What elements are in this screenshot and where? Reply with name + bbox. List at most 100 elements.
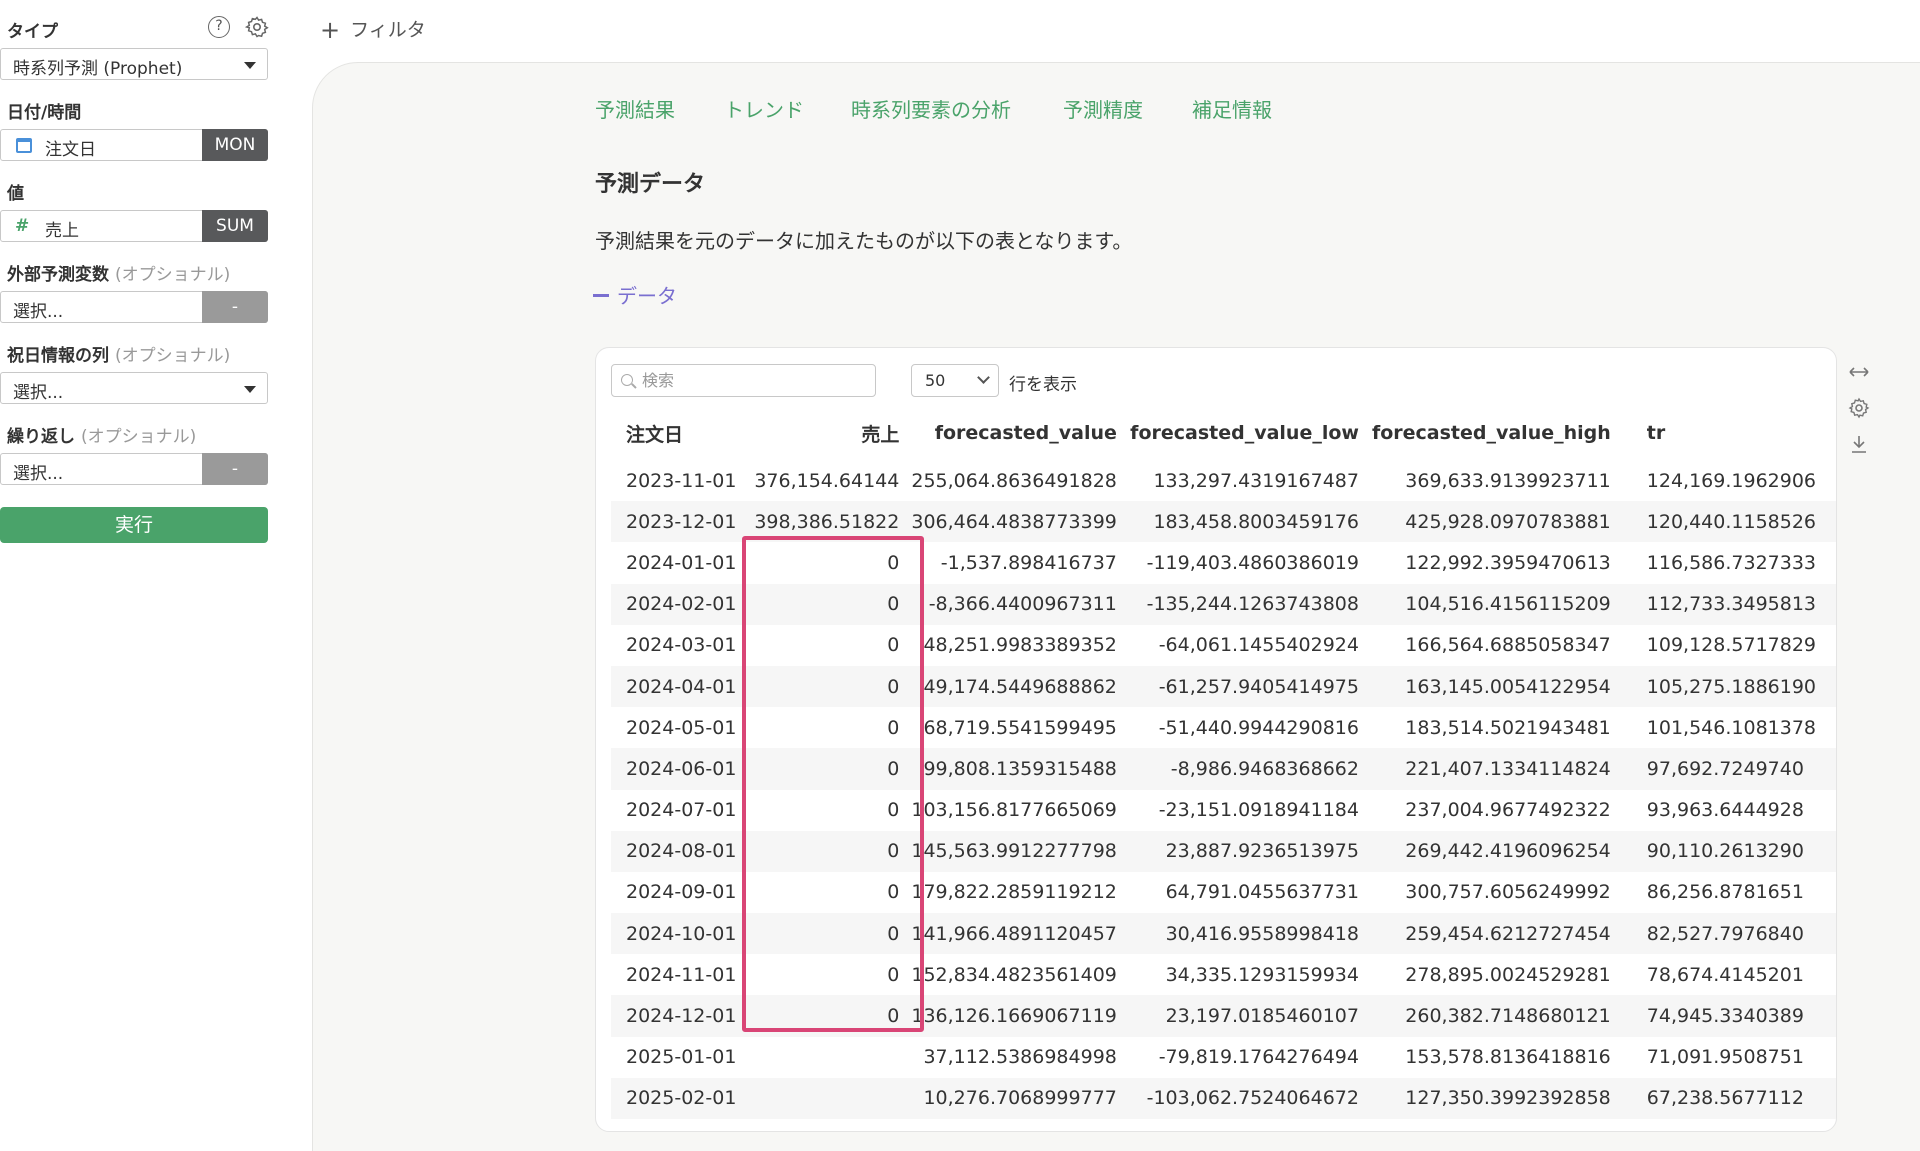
table-row[interactable]: 2024-03-01 0 48,251.9983389352 -64,061.1455…: [611, 625, 1836, 666]
type-label: タイプ: [7, 22, 58, 42]
table-cell: 398,386.51822: [754, 510, 900, 533]
table-cell: 0: [887, 675, 900, 698]
tab-supplementary-info[interactable]: 補足情報: [1192, 94, 1272, 123]
rows-per-page-select[interactable]: 50: [911, 364, 999, 397]
table-cell: 269,442.4196096254: [1405, 840, 1611, 863]
sidebar: タイプ ? 時系列予測 (Prophet) 日付/時間 注文日 MON 値 # …: [0, 0, 270, 1151]
caret-down-icon: [244, 386, 256, 393]
data-toggle[interactable]: データ: [593, 280, 677, 309]
table-cell: 104,516.4156115209: [1405, 593, 1611, 616]
rows-per-page-label: 行を表示: [1009, 375, 1077, 395]
gear-icon[interactable]: [245, 15, 269, 39]
table-search[interactable]: [611, 364, 876, 397]
repeat-tag[interactable]: -: [202, 453, 268, 485]
table-cell: -23,151.0918941184: [1158, 799, 1359, 822]
table-cell: 300,757.6056249992: [1405, 881, 1611, 904]
ext-vars-label-text: 外部予測変数: [7, 265, 109, 285]
tab-component-analysis[interactable]: 時系列要素の分析: [851, 94, 1011, 123]
table-cell: 48,251.9983389352: [923, 634, 1117, 657]
ext-vars-tag[interactable]: -: [202, 291, 268, 323]
add-filter-button[interactable]: + フィルタ: [320, 15, 426, 44]
holiday-label: 祝日情報の列 (オプショナル): [7, 341, 230, 366]
table-cell: 133,297.4319167487: [1153, 469, 1359, 492]
table-cell: 0: [887, 922, 900, 945]
table-header-row: 注文日 売上 forecasted_value forecasted_value…: [611, 406, 1836, 460]
table-cell: 145,563.9912277798: [911, 840, 1117, 863]
table-row[interactable]: 2024-05-01 0 68,719.5541599495 -51,440.9944…: [611, 707, 1836, 748]
repeat-label-text: 繰り返し: [7, 427, 75, 447]
column-header[interactable]: forecasted_value: [905, 406, 1123, 460]
table-cell: 376,154.64144: [754, 469, 900, 492]
table-cell: 369,633.9139923711: [1405, 469, 1611, 492]
table-row[interactable]: 2024-11-01 0 152,834.4823561409 34,335.1293…: [611, 954, 1836, 995]
table-row[interactable]: 2024-10-01 0 141,966.4891120457 30,416.9558…: [611, 913, 1836, 955]
table-row[interactable]: 2025-02-01 10,276.7068999777 -103,062.7524…: [611, 1077, 1836, 1119]
tab-forecast-result[interactable]: 予測結果: [595, 94, 675, 123]
table-cell: 2024-06-01: [626, 757, 737, 780]
holiday-select[interactable]: 選択...: [0, 372, 268, 404]
expand-icon[interactable]: [1847, 360, 1871, 384]
table-row[interactable]: 2024-08-01 0 145,563.9912277798 23,887.9236…: [611, 830, 1836, 872]
tab-forecast-accuracy[interactable]: 予測精度: [1063, 94, 1143, 123]
table-cell: 2023-11-01: [626, 469, 737, 492]
table-cell: 2024-07-01: [626, 799, 737, 822]
table-cell: [742, 1037, 905, 1078]
table-cell: 2024-09-01: [626, 881, 737, 904]
table-cell: -61,257.9405414975: [1158, 675, 1359, 698]
table-cell: 127,350.3992392858: [1405, 1087, 1611, 1110]
help-icon[interactable]: ?: [208, 16, 230, 38]
repeat-select[interactable]: 選択... -: [0, 453, 268, 485]
table-cell: 278,895.0024529281: [1405, 963, 1611, 986]
table-cell: 2023-12-01: [626, 510, 737, 533]
table-cell: 105,275.1886190: [1646, 675, 1817, 698]
date-field[interactable]: 注文日 MON: [0, 129, 268, 161]
type-select-value: 時系列予測 (Prophet): [13, 59, 183, 79]
table-cell: 124,169.1962906: [1646, 469, 1817, 492]
search-input[interactable]: [642, 368, 867, 393]
date-unit-tag[interactable]: MON: [202, 129, 268, 161]
table-cell: [742, 1078, 905, 1119]
table-row[interactable]: 2024-02-01 0 -8,366.4400967311 -135,244.126…: [611, 583, 1836, 625]
value-agg-tag[interactable]: SUM: [202, 210, 268, 242]
column-header[interactable]: forecasted_value_high: [1365, 406, 1617, 460]
column-header[interactable]: forecasted_value_low: [1123, 406, 1365, 460]
table-cell: 2024-10-01: [626, 922, 737, 945]
type-select[interactable]: 時系列予測 (Prophet): [0, 48, 268, 80]
table-cell: 2024-03-01: [626, 634, 737, 657]
table-cell: -135,244.1263743808: [1146, 593, 1359, 616]
ext-vars-select[interactable]: 選択... -: [0, 291, 268, 323]
table-cell: 23,197.0185460107: [1165, 1005, 1359, 1028]
column-header[interactable]: tr: [1617, 406, 1836, 460]
table-row[interactable]: 2024-01-01 0 -1,537.898416737 -119,403.4860…: [611, 542, 1836, 583]
table-row[interactable]: 2024-04-01 0 49,174.5449688862 -61,257.9405…: [611, 665, 1836, 708]
table-cell: 122,992.3959470613: [1405, 551, 1611, 574]
minus-icon: [593, 294, 609, 297]
table-cell: 2024-12-01: [626, 1005, 737, 1028]
value-field[interactable]: # 売上 SUM: [0, 210, 268, 242]
table-row[interactable]: 2024-09-01 0 179,822.2859119212 64,791.0455…: [611, 872, 1836, 913]
table-row[interactable]: 2024-12-01 0 136,126.1669067119 23,197.0185…: [611, 995, 1836, 1037]
table-cell: 0: [887, 716, 900, 739]
download-icon[interactable]: [1847, 432, 1871, 456]
table-cell: -8,986.9468368662: [1170, 757, 1359, 780]
search-icon: [621, 374, 633, 386]
table-cell: 259,454.6212727454: [1405, 922, 1611, 945]
table-row[interactable]: 2025-01-01 37,112.5386984998 -79,819.17642…: [611, 1037, 1836, 1078]
table-cell: 221,407.1334114824: [1405, 757, 1611, 780]
tab-trend[interactable]: トレンド: [724, 94, 804, 123]
settings-icon[interactable]: [1847, 396, 1871, 420]
column-header[interactable]: 売上: [742, 406, 905, 460]
table-cell: 306,464.4838773399: [911, 510, 1117, 533]
section-title: 予測データ: [595, 172, 706, 197]
ext-vars-placeholder: 選択...: [13, 302, 64, 322]
run-button[interactable]: 実行: [0, 507, 268, 543]
table-row[interactable]: 2023-11-01 376,154.64144 255,064.863649182…: [611, 460, 1836, 501]
table-row[interactable]: 2024-06-01 0 99,808.1359315488 -8,986.94683…: [611, 748, 1836, 790]
table-row[interactable]: 2024-07-01 0 103,156.8177665069 -23,151.091…: [611, 790, 1836, 831]
table-cell: -8,366.4400967311: [928, 593, 1117, 616]
table-row[interactable]: 2023-12-01 398,386.51822 306,464.483877339…: [611, 501, 1836, 543]
column-header[interactable]: 注文日: [611, 406, 742, 460]
table-cell: 90,110.2613290: [1646, 840, 1804, 863]
value-label: 値: [7, 184, 24, 204]
table-cell: 78,674.4145201: [1646, 963, 1804, 986]
